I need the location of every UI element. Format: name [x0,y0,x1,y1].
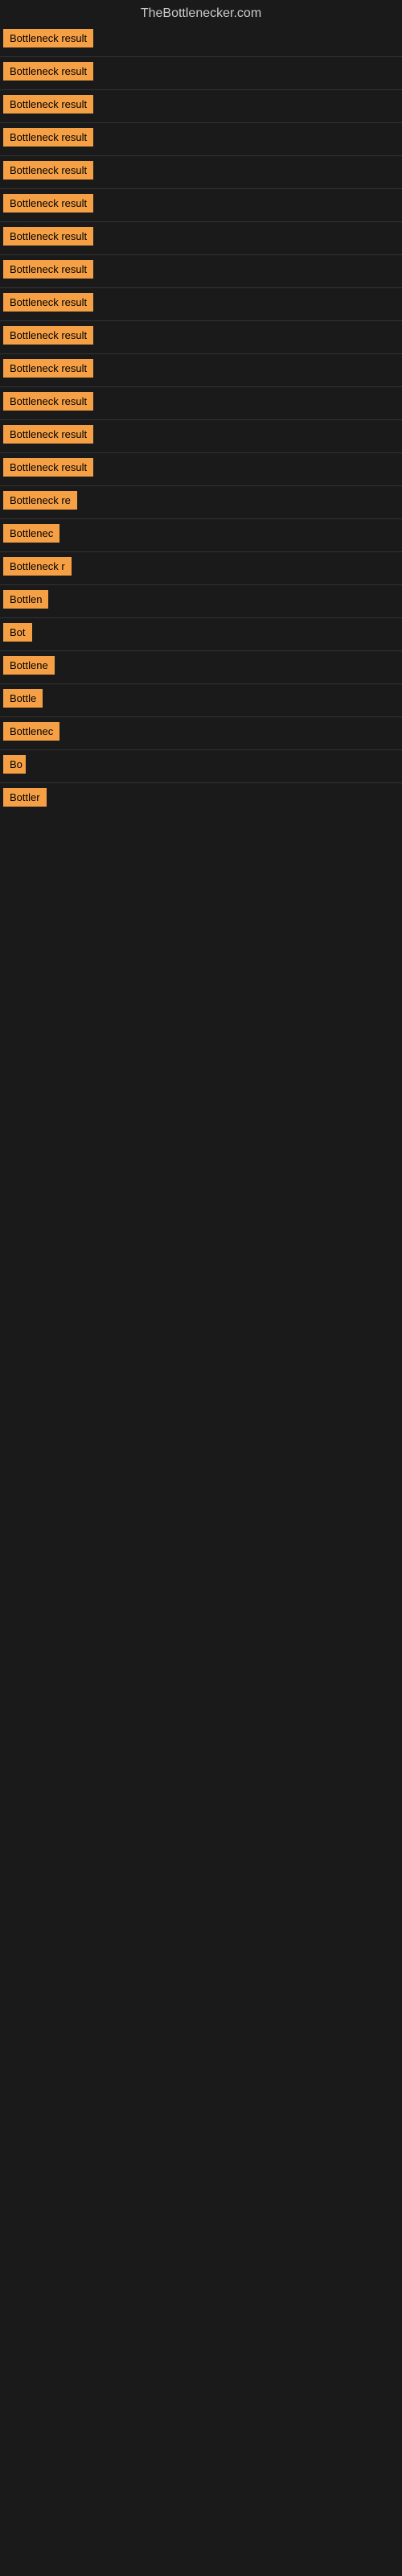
bottleneck-label-7: Bottleneck result [3,227,93,246]
bottleneck-label-21: Bottle [3,689,43,708]
bottleneck-label-10: Bottleneck result [3,326,93,345]
bottleneck-label-15: Bottleneck re [3,491,77,510]
bottleneck-label-19: Bot [3,623,32,642]
bottleneck-item-18: Bottlen [0,585,402,618]
bottleneck-item-11: Bottleneck result [0,354,402,387]
bottleneck-item-10: Bottleneck result [0,321,402,354]
bottleneck-item-14: Bottleneck result [0,453,402,486]
bottleneck-item-17: Bottleneck r [0,552,402,585]
bottleneck-label-5: Bottleneck result [3,161,93,180]
bottleneck-label-9: Bottleneck result [3,293,93,312]
bottleneck-label-11: Bottleneck result [3,359,93,378]
bottleneck-item-24: Bottler [0,783,402,815]
bottleneck-label-17: Bottleneck r [3,557,72,576]
bottleneck-label-23: Bo [3,755,26,774]
bottleneck-item-8: Bottleneck result [0,255,402,288]
bottleneck-item-5: Bottleneck result [0,156,402,189]
bottleneck-item-15: Bottleneck re [0,486,402,519]
bottleneck-list: Bottleneck result Bottleneck result Bottle… [0,24,402,815]
bottleneck-item-20: Bottlene [0,651,402,684]
bottleneck-label-22: Bottlenec [3,722,59,741]
bottleneck-label-1: Bottleneck result [3,29,93,47]
bottleneck-item-4: Bottleneck result [0,123,402,156]
bottleneck-item-6: Bottleneck result [0,189,402,222]
bottleneck-label-16: Bottlenec [3,524,59,543]
bottleneck-label-12: Bottleneck result [3,392,93,411]
bottleneck-item-22: Bottlenec [0,717,402,750]
bottleneck-label-24: Bottler [3,788,47,807]
bottleneck-item-1: Bottleneck result [0,24,402,57]
bottleneck-item-23: Bo [0,750,402,783]
bottleneck-item-7: Bottleneck result [0,222,402,255]
bottleneck-label-13: Bottleneck result [3,425,93,444]
bottleneck-label-14: Bottleneck result [3,458,93,477]
bottleneck-label-2: Bottleneck result [3,62,93,80]
bottleneck-item-12: Bottleneck result [0,387,402,420]
bottleneck-label-3: Bottleneck result [3,95,93,114]
bottleneck-label-8: Bottleneck result [3,260,93,279]
site-title: TheBottlenecker.com [0,0,402,24]
bottleneck-label-18: Bottlen [3,590,48,609]
bottleneck-item-13: Bottleneck result [0,420,402,453]
bottleneck-item-2: Bottleneck result [0,57,402,90]
bottleneck-label-6: Bottleneck result [3,194,93,213]
bottleneck-item-9: Bottleneck result [0,288,402,321]
bottleneck-item-16: Bottlenec [0,519,402,552]
bottleneck-label-4: Bottleneck result [3,128,93,147]
bottleneck-label-20: Bottlene [3,656,55,675]
bottleneck-item-21: Bottle [0,684,402,717]
bottleneck-item-3: Bottleneck result [0,90,402,123]
bottleneck-item-19: Bot [0,618,402,651]
